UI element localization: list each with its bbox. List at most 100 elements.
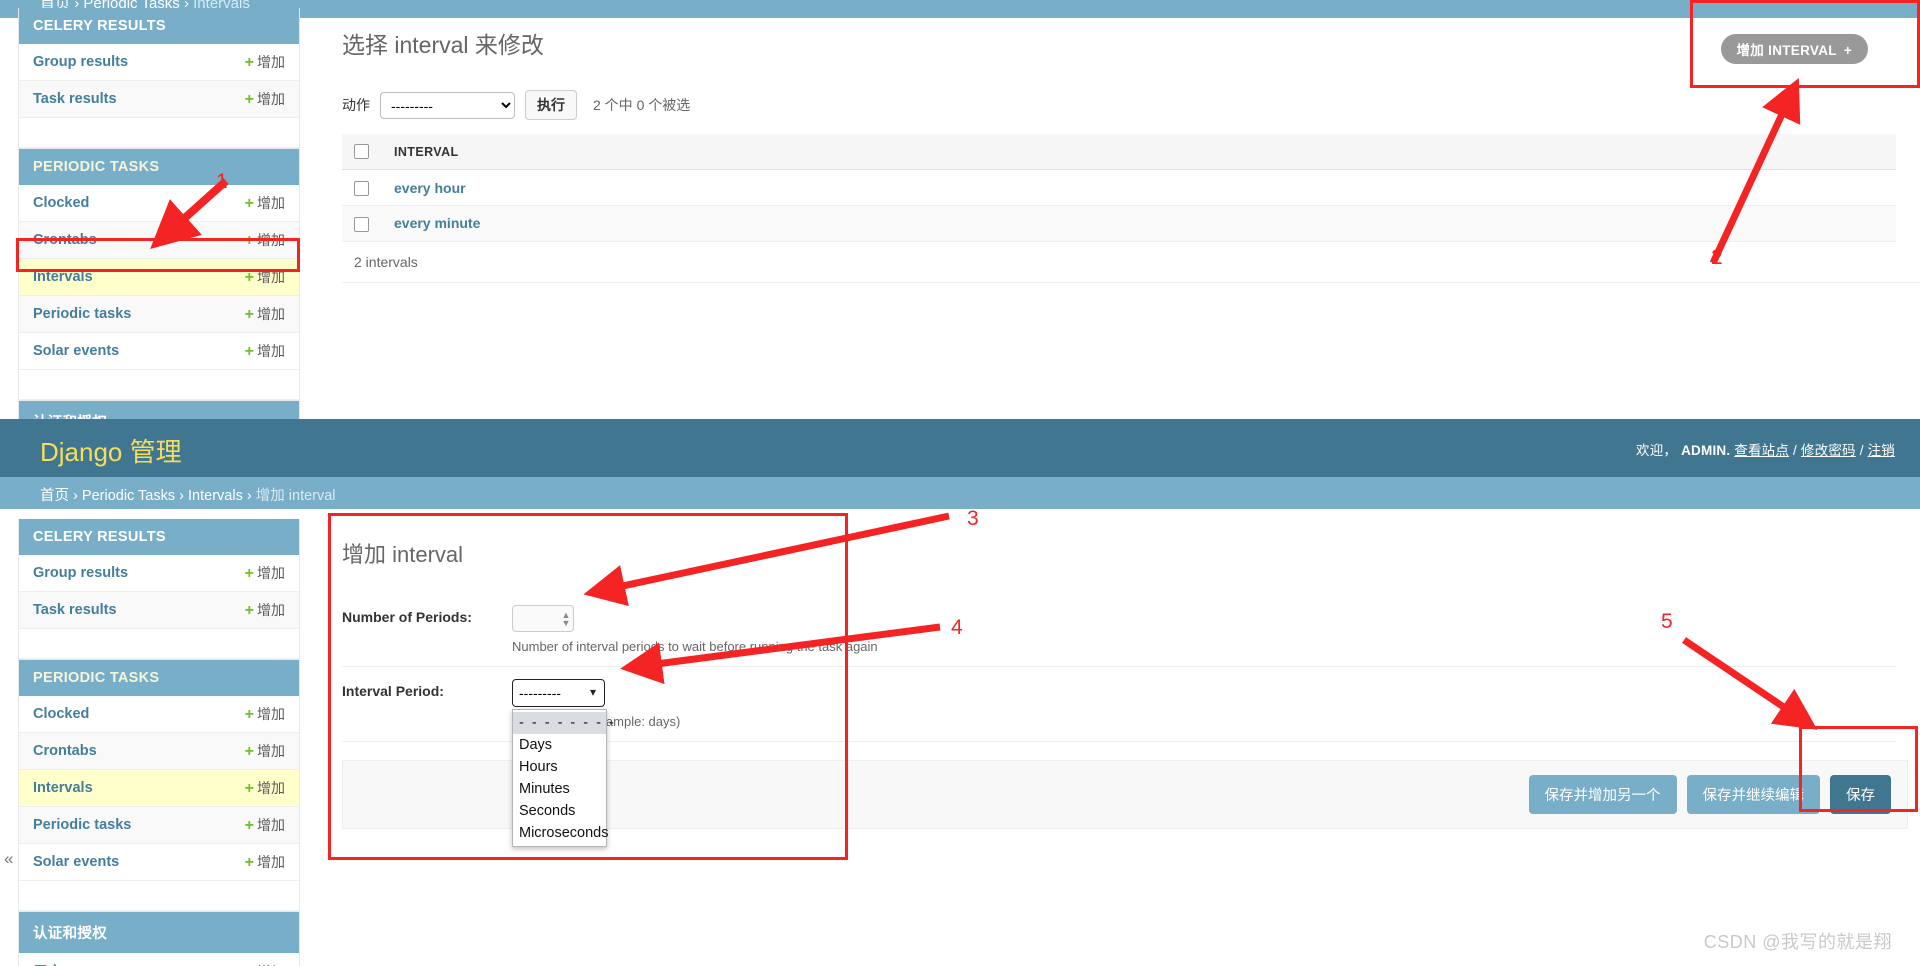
sidebar-item-periodic-tasks[interactable]: Periodic tasks + 增加 <box>19 296 299 333</box>
select-all-checkbox[interactable] <box>354 144 369 160</box>
view-site-link[interactable]: 查看站点 <box>1734 443 1789 458</box>
app-caption-celery: CELERY RESULTS <box>19 8 299 44</box>
add-link-users[interactable]: +增加 <box>245 962 285 966</box>
save-and-add-another-button[interactable]: 保存并增加另一个 <box>1528 775 1677 814</box>
interval-period-dropdown[interactable]: - - - - - - - - Days Hours Minutes Secon… <box>512 709 614 847</box>
app-caption-celery: CELERY RESULTS <box>19 519 299 555</box>
save-button[interactable]: 保存 <box>1830 775 1891 814</box>
sidebar-item-clocked[interactable]: Clocked + 增加 <box>19 185 299 222</box>
add-link-crontabs[interactable]: + 增加 <box>245 230 285 250</box>
sidebar-collapse-icon[interactable]: « <box>4 849 13 869</box>
sidebar-link-periodic-tasks[interactable]: Periodic tasks <box>33 306 131 322</box>
add-link-group-results[interactable]: + 增加 <box>245 52 285 72</box>
table-row[interactable]: every minute <box>342 205 1896 242</box>
sidebar-spacer <box>19 118 299 148</box>
plus-icon: + <box>244 195 254 212</box>
number-of-periods-input[interactable] <box>512 605 574 632</box>
sidebar-item-task-results[interactable]: Task results + 增加 <box>19 592 299 629</box>
save-and-continue-button[interactable]: 保存并继续编辑 <box>1686 775 1820 814</box>
sidebar-link-group-results[interactable]: Group results <box>33 54 128 70</box>
add-link-crontabs[interactable]: + 增加 <box>245 741 285 761</box>
add-link-task-results[interactable]: + 增加 <box>245 89 285 109</box>
row-link-every-hour[interactable]: every hour <box>394 180 466 196</box>
go-button[interactable]: 执行 <box>525 90 577 120</box>
sidebar-link-group-results[interactable]: Group results <box>33 565 128 581</box>
select-all-header[interactable] <box>342 134 382 171</box>
sidebar-link-task-results[interactable]: Task results <box>33 91 117 107</box>
sidebar-link-clocked[interactable]: Clocked <box>33 195 89 211</box>
add-link-solar-events[interactable]: + 增加 <box>245 341 285 361</box>
help-number-of-periods: Number of interval periods to wait befor… <box>512 639 878 654</box>
sidebar-link-crontabs[interactable]: Crontabs <box>33 743 97 759</box>
interval-period-select[interactable]: --------- <box>512 679 605 707</box>
sidebar-link-users[interactable]: 用户 <box>33 961 62 966</box>
add-label: 增加 <box>257 602 285 618</box>
sidebar-item-solar-events[interactable]: Solar events + 增加 <box>19 844 299 881</box>
row-checkbox[interactable] <box>354 216 369 232</box>
sidebar-item-periodic-tasks[interactable]: Periodic tasks + 增加 <box>19 807 299 844</box>
dropdown-option-seconds[interactable]: Seconds <box>513 800 606 822</box>
sidebar-item-group-results[interactable]: Group results + 增加 <box>19 555 299 592</box>
dropdown-option-days[interactable]: Days <box>513 734 606 756</box>
add-link-periodic-tasks[interactable]: + 增加 <box>245 304 285 324</box>
table-row[interactable]: every hour <box>342 169 1896 206</box>
sidebar-link-crontabs[interactable]: Crontabs <box>33 232 97 248</box>
changelist-main: 选择 interval 来修改 增加 INTERVAL + 动作 --------… <box>330 8 1920 283</box>
plus-icon: + <box>244 232 254 249</box>
action-select[interactable]: --------- <box>380 91 515 119</box>
sidebar-item-users[interactable]: 用户 +增加 <box>19 953 299 966</box>
sidebar-item-crontabs[interactable]: Crontabs + 增加 <box>19 222 299 259</box>
sidebar-item-group-results[interactable]: Group results + 增加 <box>19 44 299 81</box>
add-link-clocked[interactable]: + 增加 <box>245 193 285 213</box>
dropdown-option-minutes[interactable]: Minutes <box>513 778 606 800</box>
app-caption-auth: 认证和授权 <box>19 401 299 419</box>
sidebar-item-intervals[interactable]: Intervals + 增加 <box>19 259 299 296</box>
add-link-solar-events[interactable]: + 增加 <box>245 852 285 872</box>
sidebar-link-periodic-tasks[interactable]: Periodic tasks <box>33 817 131 833</box>
breadcrumb-home-link[interactable]: 首页 <box>40 488 69 504</box>
add-link-clocked[interactable]: + 增加 <box>245 704 285 724</box>
sidebar-link-solar-events[interactable]: Solar events <box>33 343 119 359</box>
sidebar-link-solar-events[interactable]: Solar events <box>33 854 119 870</box>
plus-icon: + <box>244 343 254 360</box>
changelist-screen: 首页 › Periodic Tasks › Intervals CELERY R… <box>0 0 1920 419</box>
sidebar-link-task-results[interactable]: Task results <box>33 602 117 618</box>
site-brand[interactable]: Django 管理 <box>40 432 182 469</box>
app-periodic-tasks: PERIODIC TASKS Clocked + 增加 Crontabs + 增加 … <box>18 149 300 401</box>
plus-icon: + <box>244 565 254 582</box>
add-link-task-results[interactable]: + 增加 <box>245 600 285 620</box>
sidebar-item-crontabs[interactable]: Crontabs + 增加 <box>19 733 299 770</box>
sidebar-item-task-results[interactable]: Task results + 增加 <box>19 81 299 118</box>
dropdown-option-hours[interactable]: Hours <box>513 756 606 778</box>
sidebar-item-intervals[interactable]: Intervals + 增加 <box>19 770 299 807</box>
change-password-link[interactable]: 修改密码 <box>1801 443 1856 458</box>
paginator: 2 intervals <box>342 242 1920 283</box>
breadcrumb-app-link[interactable]: Periodic Tasks <box>82 488 175 504</box>
add-link-intervals[interactable]: + 增加 <box>245 778 285 798</box>
dropdown-option-blank[interactable]: - - - - - - - - <box>513 712 614 734</box>
add-link-periodic-tasks[interactable]: + 增加 <box>245 815 285 835</box>
interval-period-select-wrap[interactable]: --------- ▾ - - - - - - - - Days Hours M… <box>512 679 614 847</box>
add-link-intervals[interactable]: + 增加 <box>245 267 285 287</box>
sidebar-link-intervals[interactable]: Intervals <box>33 780 93 796</box>
add-link-group-results[interactable]: + 增加 <box>245 563 285 583</box>
row-select-cell[interactable] <box>342 169 382 206</box>
sidebar-link-clocked[interactable]: Clocked <box>33 706 89 722</box>
breadcrumb-separator: › <box>179 488 184 504</box>
sidebar-spacer <box>19 881 299 911</box>
actions-bar: 动作 --------- 执行 2 个中 0 个被选 <box>330 86 1920 134</box>
logout-link[interactable]: 注销 <box>1868 443 1895 458</box>
annotation-number-1: 1 <box>216 170 228 193</box>
row-checkbox[interactable] <box>354 181 369 196</box>
bottom-breadcrumb: 首页 › Periodic Tasks › Intervals › 增加 int… <box>0 477 1920 509</box>
add-interval-button[interactable]: 增加 INTERVAL + <box>1720 34 1868 64</box>
row-select-cell[interactable] <box>342 205 382 242</box>
dropdown-option-microseconds[interactable]: Microseconds <box>513 822 608 844</box>
column-header-interval[interactable]: INTERVAL <box>382 134 1896 171</box>
sidebar-item-solar-events[interactable]: Solar events + 增加 <box>19 333 299 370</box>
sidebar-item-clocked[interactable]: Clocked + 增加 <box>19 696 299 733</box>
breadcrumb-model-link[interactable]: Intervals <box>188 488 243 504</box>
username: ADMIN. <box>1681 443 1731 458</box>
row-link-every-minute[interactable]: every minute <box>394 215 480 231</box>
sidebar-link-intervals[interactable]: Intervals <box>33 269 93 285</box>
